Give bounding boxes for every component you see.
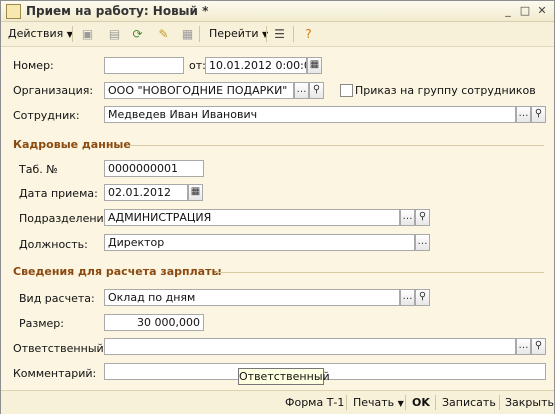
group-order-label: Приказ на группу сотрудников	[355, 84, 536, 97]
amount-field[interactable]: 30 000,000	[104, 314, 204, 331]
department-field[interactable]: АДМИНИСТРАЦИЯ	[104, 209, 400, 226]
close-icon[interactable]: ✕	[534, 3, 550, 18]
refresh-icon[interactable]: ⟳	[129, 25, 146, 42]
print-label: Печать	[353, 396, 395, 409]
responsible-field[interactable]	[104, 338, 516, 355]
search-icon[interactable]: ⚲	[415, 289, 430, 306]
hire-date-field[interactable]: 02.01.2012	[104, 184, 188, 201]
chevron-down-icon: ▼	[397, 399, 404, 408]
position-field[interactable]: Директор	[104, 234, 415, 251]
select-ellipsis-icon[interactable]: …	[415, 234, 430, 251]
department-label: Подразделение:	[19, 212, 115, 225]
number-field[interactable]	[104, 57, 184, 74]
position-label: Должность:	[19, 238, 88, 251]
actions-label: Действия	[8, 27, 64, 40]
close-button[interactable]: Закрыть	[505, 395, 554, 410]
select-ellipsis-icon[interactable]: …	[400, 289, 415, 306]
toolbar: Действия ▼ ▣ ▤ ⟳ ✎ ▦ Перейти ▼ ☰ ?	[1, 22, 554, 47]
select-ellipsis-icon[interactable]: …	[294, 82, 309, 99]
select-ellipsis-icon[interactable]: …	[516, 106, 531, 123]
print-menu-button[interactable]: Печать ▼	[353, 395, 404, 411]
search-icon[interactable]: ⚲	[415, 209, 430, 226]
title-bar: Прием на работу: Новый * _ □ ✕	[1, 1, 554, 22]
responsible-label: Ответственный:	[13, 342, 108, 355]
tab-number-label: Таб. №	[19, 163, 58, 176]
employee-label: Сотрудник:	[13, 109, 80, 122]
goto-menu-button[interactable]: Перейти ▼	[206, 25, 271, 43]
tooltip: Ответственный	[238, 368, 330, 385]
toolbar-divider	[72, 26, 73, 42]
document-date-field[interactable]: 10.01.2012 0:00:00	[205, 57, 307, 74]
salary-section-title: Сведения для расчета зарплаты	[13, 265, 222, 278]
organization-label: Организация:	[13, 84, 94, 97]
section-divider	[216, 272, 544, 273]
ok-button[interactable]: OK	[412, 395, 430, 410]
maximize-icon[interactable]: □	[517, 3, 533, 18]
from-label: от:	[189, 59, 206, 72]
document-icon	[6, 4, 21, 19]
document-window: Прием на работу: Новый * _ □ ✕ Действия …	[0, 0, 555, 414]
actions-menu-button[interactable]: Действия ▼	[5, 25, 76, 43]
hr-section-title: Кадровые данные	[13, 138, 131, 151]
toolbar-divider	[293, 26, 294, 42]
help-icon[interactable]: ?	[300, 25, 317, 42]
footer-divider	[499, 395, 500, 410]
post-document-icon[interactable]: ✎	[155, 25, 172, 42]
calc-type-label: Вид расчета:	[19, 292, 95, 305]
select-ellipsis-icon[interactable]: …	[516, 338, 531, 355]
tab-number-field[interactable]: 0000000001	[104, 160, 204, 177]
footer-divider	[346, 395, 347, 410]
hire-date-label: Дата приема:	[19, 187, 98, 200]
form-t1-button[interactable]: Форма Т-1	[285, 395, 344, 410]
unpost-document-icon[interactable]: ▦	[179, 25, 196, 42]
number-label: Номер:	[13, 59, 54, 72]
amount-label: Размер:	[19, 317, 64, 330]
calendar-icon[interactable]: ▦	[188, 184, 203, 201]
save-button[interactable]: Записать	[442, 395, 496, 410]
footer-divider	[405, 395, 406, 410]
window-title: Прием на работу: Новый *	[26, 4, 209, 18]
copy-icon[interactable]: ▤	[106, 25, 123, 42]
footer-divider	[435, 395, 436, 410]
minimize-icon[interactable]: _	[500, 3, 516, 18]
search-icon[interactable]: ⚲	[531, 338, 546, 355]
select-ellipsis-icon[interactable]: …	[400, 209, 415, 226]
calendar-icon[interactable]: ▦	[307, 57, 322, 74]
toolbar-divider	[199, 26, 200, 42]
calc-type-field[interactable]: Оклад по дням	[104, 289, 400, 306]
comment-label: Комментарий:	[13, 367, 97, 380]
search-icon[interactable]: ⚲	[531, 106, 546, 123]
organization-field[interactable]: ООО "НОВОГОДНИЕ ПОДАРКИ"	[104, 82, 294, 99]
search-icon[interactable]: ⚲	[309, 82, 324, 99]
footer-bar: Форма Т-1 Печать ▼ OK Записать Закрыть	[1, 390, 554, 414]
add-icon[interactable]: ▣	[79, 25, 96, 42]
employee-field[interactable]: Медведев Иван Иванович	[104, 106, 516, 123]
goto-label: Перейти	[209, 27, 259, 40]
group-order-checkbox[interactable]	[340, 84, 353, 97]
list-structure-icon[interactable]: ☰	[271, 25, 288, 42]
section-divider	[127, 145, 544, 146]
toolbar-divider	[266, 26, 267, 42]
